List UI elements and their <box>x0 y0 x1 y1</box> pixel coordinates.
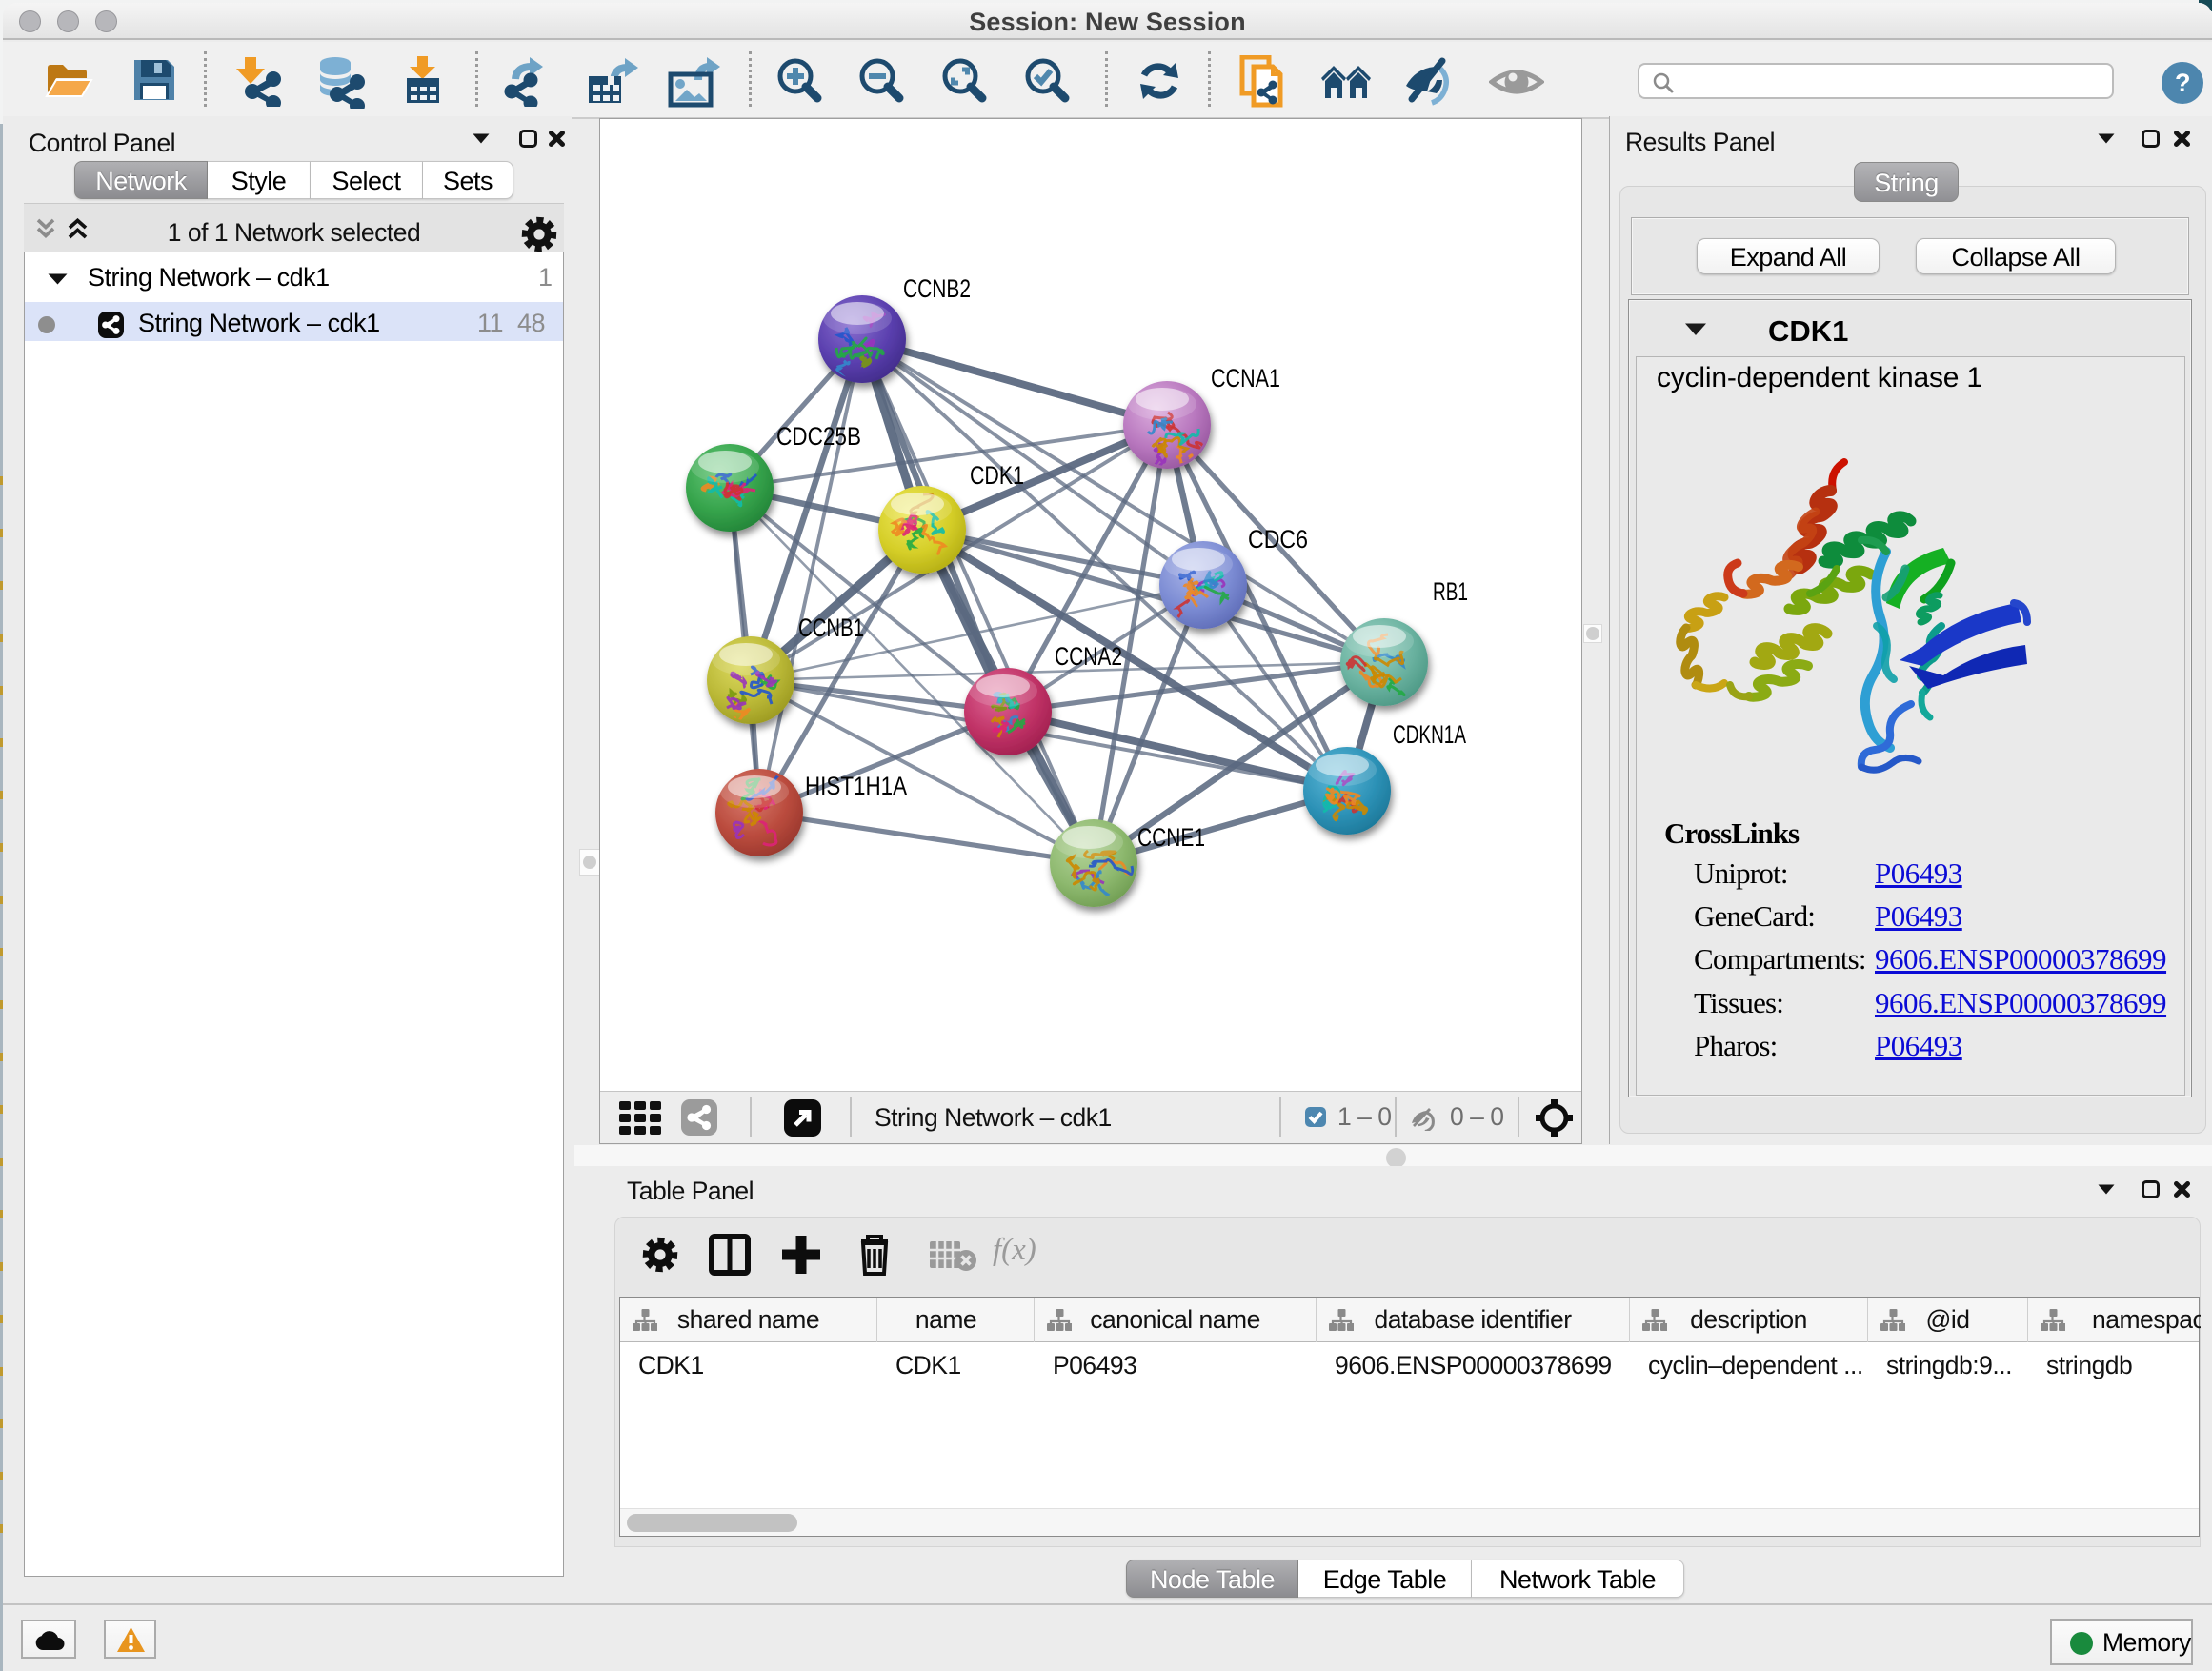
svg-text:CCNB2: CCNB2 <box>903 274 971 303</box>
svg-text:CCNA2: CCNA2 <box>1055 642 1122 671</box>
svg-text:CCNA1: CCNA1 <box>1211 364 1280 393</box>
svg-text:CDC25B: CDC25B <box>776 422 861 451</box>
svg-text:CDC6: CDC6 <box>1248 525 1308 554</box>
svg-text:CDKN1A: CDKN1A <box>1393 720 1466 749</box>
svg-text:CCNB1: CCNB1 <box>798 614 864 642</box>
svg-text:HIST1H1A: HIST1H1A <box>805 772 907 800</box>
svg-text:CDK1: CDK1 <box>970 461 1024 490</box>
svg-text:CCNE1: CCNE1 <box>1137 823 1205 852</box>
svg-text:RB1: RB1 <box>1433 577 1468 606</box>
